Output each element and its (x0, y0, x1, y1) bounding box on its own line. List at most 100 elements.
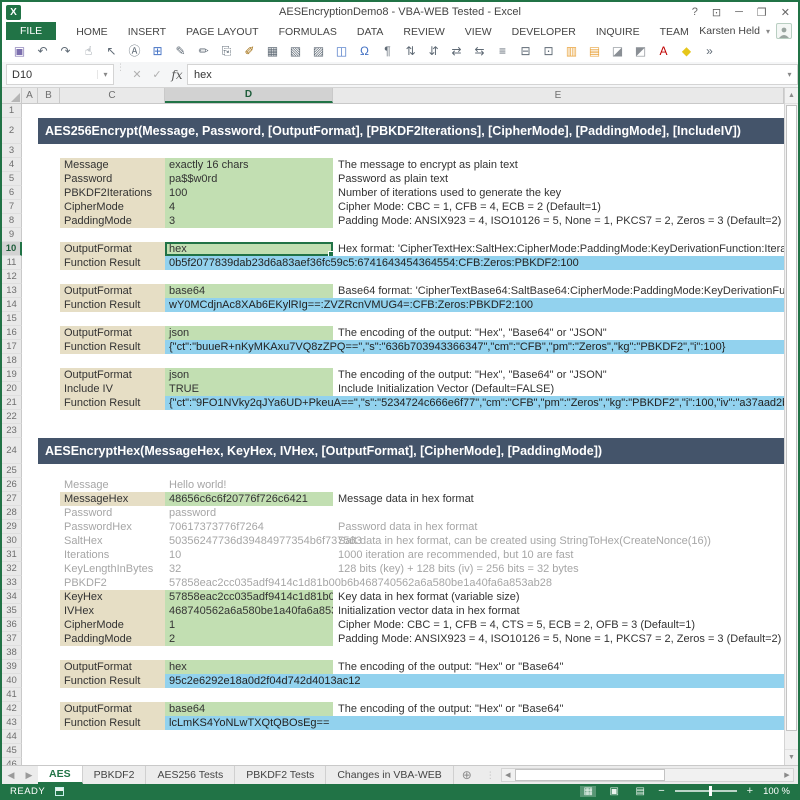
cell-E5[interactable]: Password as plain text (333, 172, 784, 186)
row-header-42[interactable]: 42 (2, 702, 22, 716)
cell-A23[interactable] (22, 424, 38, 438)
cell-B30[interactable] (38, 534, 60, 548)
cell-E38[interactable] (333, 646, 784, 660)
cell-C13[interactable]: OutputFormat (60, 284, 165, 298)
cell-D22[interactable] (165, 410, 333, 424)
cell-A7[interactable] (22, 200, 38, 214)
normal-view-icon[interactable]: ▦ (580, 786, 596, 797)
cell-C9[interactable] (60, 228, 165, 242)
cell-C5[interactable]: Password (60, 172, 165, 186)
cell-C44[interactable] (60, 730, 165, 744)
cell-A36[interactable] (22, 618, 38, 632)
cell-D30[interactable]: 50356247736d39484977354b6f737563 (165, 534, 333, 548)
cell-C41[interactable] (60, 688, 165, 702)
cell-D27[interactable]: 48656c6c6f20776f726c6421 (165, 492, 333, 506)
cell-D23[interactable] (165, 424, 333, 438)
cell-B36[interactable] (38, 618, 60, 632)
cell-A45[interactable] (22, 744, 38, 758)
page-layout-view-icon[interactable]: ▣ (606, 786, 622, 797)
cell-B13[interactable] (38, 284, 60, 298)
vertical-scrollbar-thumb[interactable] (786, 105, 797, 731)
sheet-nav-left-icon[interactable]: ◀ (2, 766, 20, 784)
cell-C38[interactable] (60, 646, 165, 660)
symbol-icon[interactable]: Ω (353, 41, 376, 61)
cell-D17[interactable]: {"ct":"buueR+nKyMKAxu7VQ8zZPQ==","s":"63… (165, 340, 784, 354)
column-header-d[interactable]: D (165, 88, 333, 103)
cell-E45[interactable] (333, 744, 784, 758)
cell-C46[interactable] (60, 758, 165, 765)
row-header-7[interactable]: 7 (2, 200, 22, 214)
avatar[interactable] (776, 23, 792, 39)
cell-A37[interactable] (22, 632, 38, 646)
cell-D11[interactable]: 0b5f2077839dab23d6a83aef36fc59c5:6741643… (165, 256, 784, 270)
cell-B28[interactable] (38, 506, 60, 520)
row-header-15[interactable]: 15 (2, 312, 22, 326)
scroll-down-icon[interactable]: ▼ (785, 749, 798, 765)
cell-E31[interactable]: 1000 iteration are recommended, but 10 a… (333, 548, 784, 562)
cell-E18[interactable] (333, 354, 784, 368)
row-header-1[interactable]: 1 (2, 104, 22, 118)
cell-A40[interactable] (22, 674, 38, 688)
cell-A21[interactable] (22, 396, 38, 410)
cell-B22[interactable] (38, 410, 60, 424)
row-header-19[interactable]: 19 (2, 368, 22, 382)
cell-D44[interactable] (165, 730, 333, 744)
ribbon-display-options-icon[interactable]: ⊡ (712, 6, 721, 19)
cell-B35[interactable] (38, 604, 60, 618)
cell-C7[interactable]: CipherMode (60, 200, 165, 214)
cell-C26[interactable]: Message (60, 478, 165, 492)
cell-B23[interactable] (38, 424, 60, 438)
cell-B26[interactable] (38, 478, 60, 492)
cell-B16[interactable] (38, 326, 60, 340)
cell-A46[interactable] (22, 758, 38, 765)
cell-E42[interactable]: The encoding of the output: "Hex" or "Ba… (333, 702, 784, 716)
ribbon-tab-inquire[interactable]: INQUIRE (596, 26, 640, 38)
cell-E22[interactable] (333, 410, 784, 424)
shape-outline-icon[interactable]: ◩ (629, 41, 652, 61)
cell-E12[interactable] (333, 270, 784, 284)
cell-E44[interactable] (333, 730, 784, 744)
cell-A22[interactable] (22, 410, 38, 424)
cancel-icon[interactable]: ✕ (127, 68, 147, 81)
row-header-20[interactable]: 20 (2, 382, 22, 396)
cell-E34[interactable]: Key data in hex format (variable size) (333, 590, 784, 604)
cell-D14[interactable]: wY0MCdjnAc8XAb6EKylRIg==:ZVZRcnVMUG4=:CF… (165, 298, 784, 312)
cell-C3[interactable] (60, 144, 165, 158)
switch-windows-icon[interactable]: ⊞ (146, 41, 169, 61)
row-header-25[interactable]: 25 (2, 464, 22, 478)
cell-D35[interactable]: 468740562a6a580be1a40fa6a853ab28 (165, 604, 333, 618)
cell-B5[interactable] (38, 172, 60, 186)
cell-E19[interactable]: The encoding of the output: "Hex", "Base… (333, 368, 784, 382)
cell-D36[interactable]: 1 (165, 618, 333, 632)
format-painter-icon[interactable]: ✎ (169, 41, 192, 61)
cell-D19[interactable]: json (165, 368, 333, 382)
cell-C6[interactable]: PBKDF2Iterations (60, 186, 165, 200)
cell-A42[interactable] (22, 702, 38, 716)
cell-C23[interactable] (60, 424, 165, 438)
cell-A38[interactable] (22, 646, 38, 660)
sheet-tab-aes[interactable]: AES (38, 766, 83, 784)
name-box-dropdown-icon[interactable]: ▾ (97, 70, 113, 79)
select-all-corner[interactable] (2, 88, 22, 103)
cell-C30[interactable]: SaltHex (60, 534, 165, 548)
cell-E8[interactable]: Padding Mode: ANSIX923 = 4, ISO10126 = 5… (333, 214, 784, 228)
new-window-icon[interactable]: ▤ (583, 41, 606, 61)
section-header-24[interactable]: AESEncryptHex(MessageHex, KeyHex, IVHex,… (38, 438, 784, 464)
group-icon[interactable]: ⊟ (514, 41, 537, 61)
insert-sheet-icon[interactable]: ▥ (560, 41, 583, 61)
cell-C1[interactable] (60, 104, 165, 118)
cell-A29[interactable] (22, 520, 38, 534)
split-view-icon[interactable]: ◫ (330, 41, 353, 61)
cell-E35[interactable]: Initialization vector data in hex format (333, 604, 784, 618)
cell-A24[interactable] (22, 438, 38, 464)
row-header-6[interactable]: 6 (2, 186, 22, 200)
ribbon-tab-view[interactable]: VIEW (465, 26, 492, 38)
cell-D43[interactable]: lcLmKS4YoNLwTXQtQBOsEg== (165, 716, 784, 730)
zoom-in-icon[interactable]: + (747, 785, 753, 797)
cell-D8[interactable]: 3 (165, 214, 333, 228)
cell-A17[interactable] (22, 340, 38, 354)
row-header-23[interactable]: 23 (2, 424, 22, 438)
cell-B34[interactable] (38, 590, 60, 604)
cell-A44[interactable] (22, 730, 38, 744)
row-header-46[interactable]: 46 (2, 758, 22, 765)
